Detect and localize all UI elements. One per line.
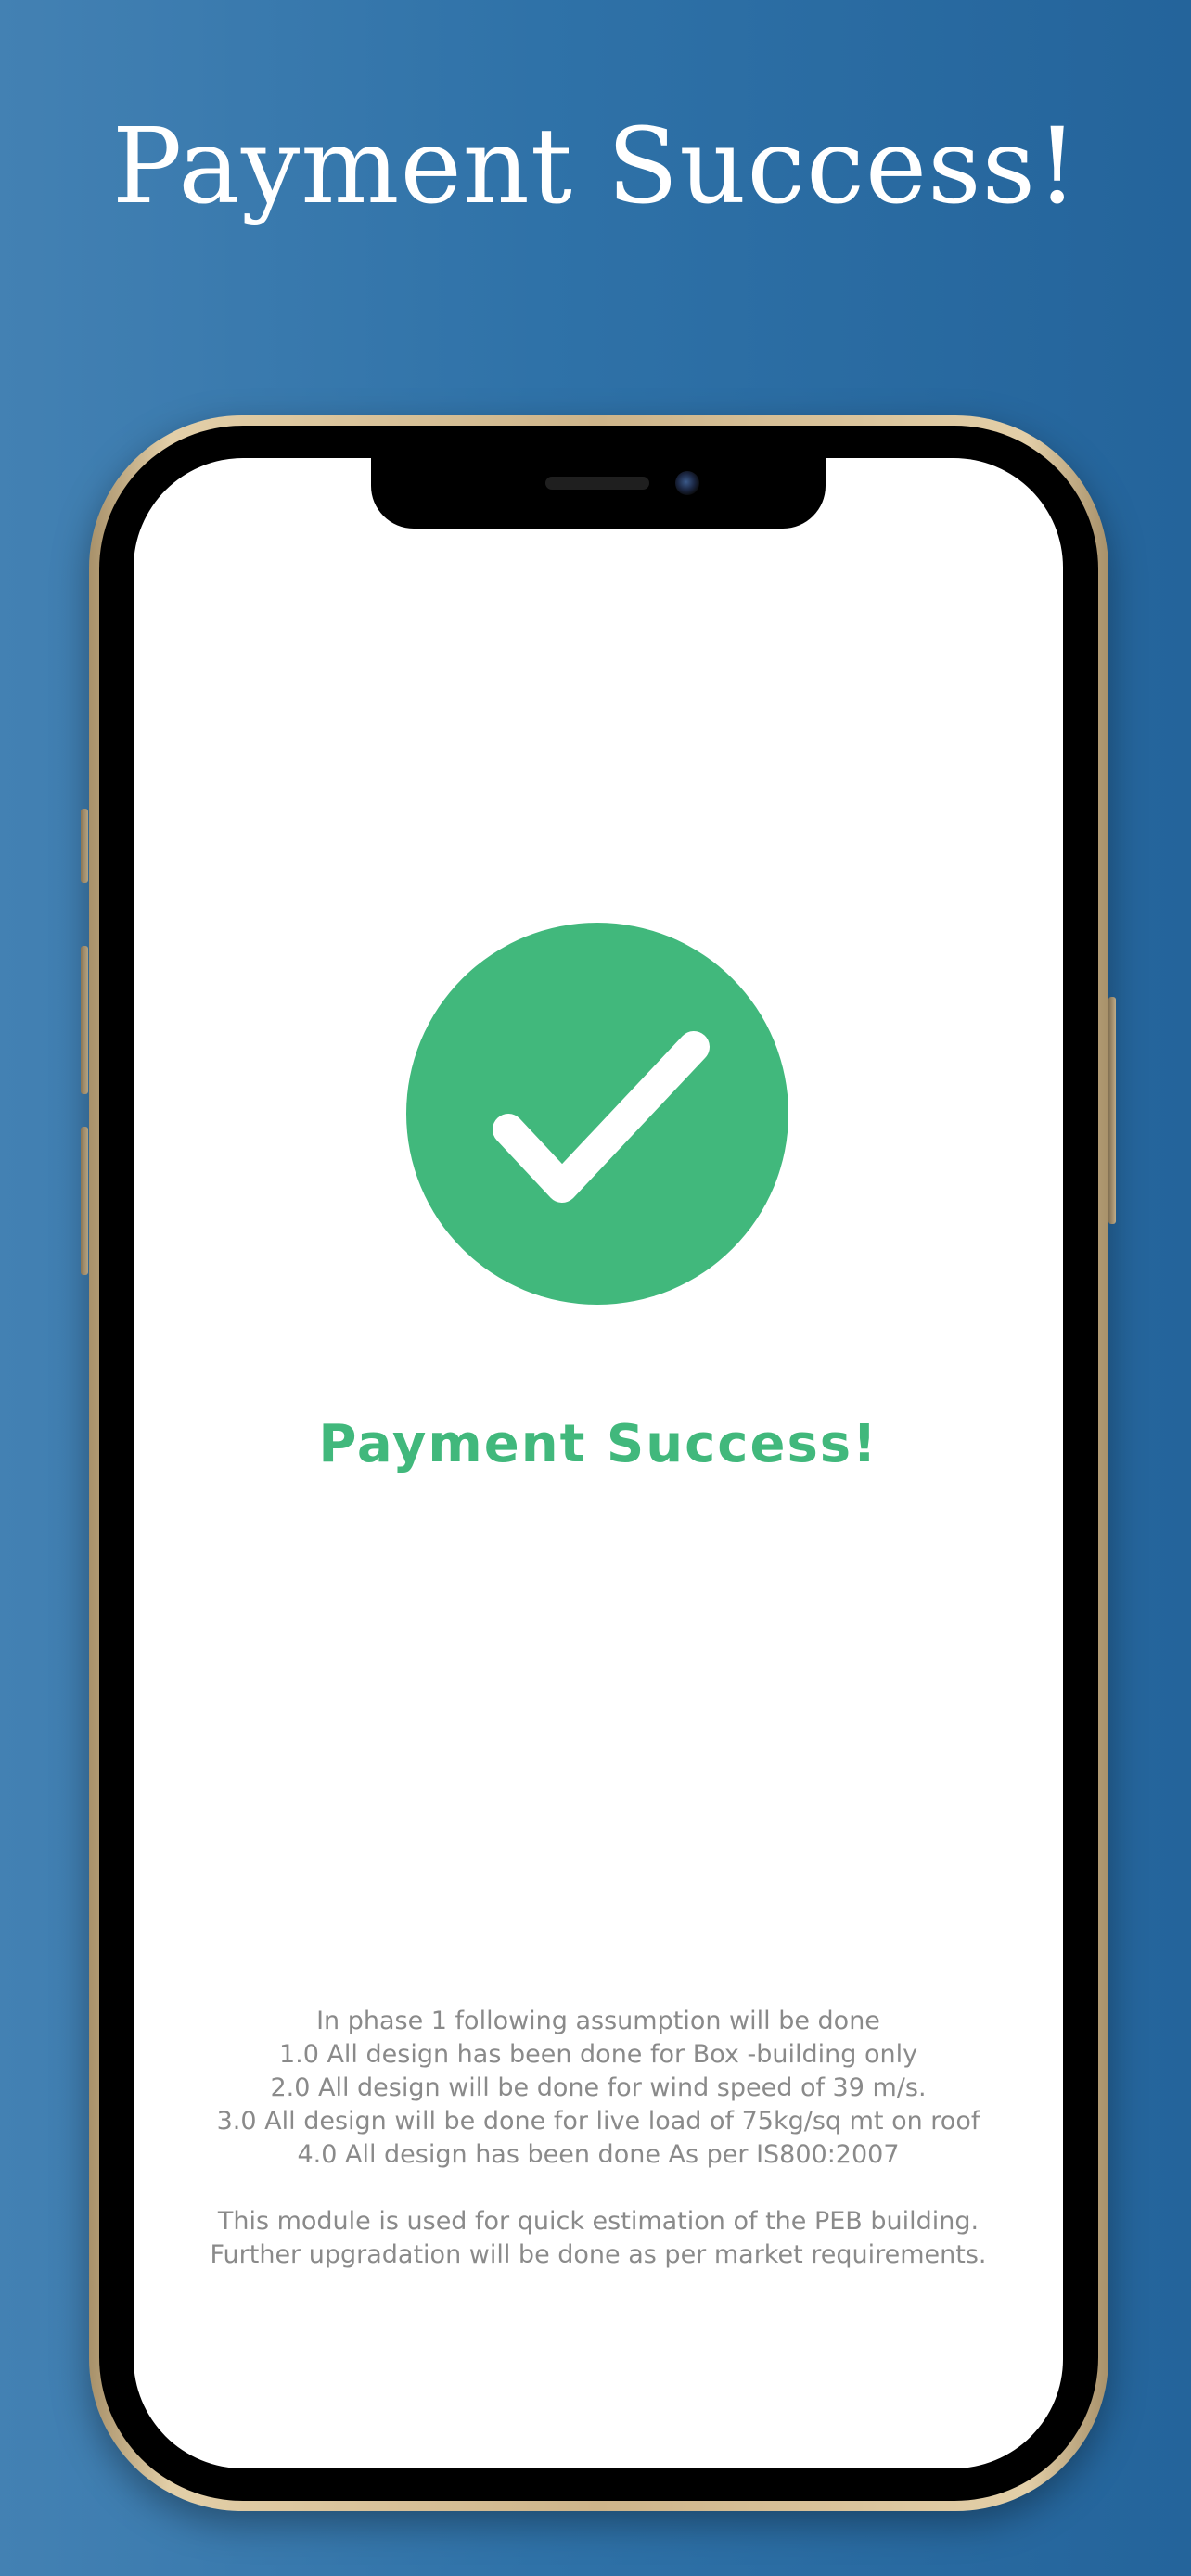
- marketing-headline: Payment Success!: [111, 107, 1080, 227]
- payment-success-title: Payment Success!: [318, 1414, 878, 1474]
- phone-volume-down-button: [81, 1127, 88, 1275]
- phone-volume-up-button: [81, 946, 88, 1094]
- assumptions-text: In phase 1 following assumption will be …: [134, 2005, 1063, 2272]
- assumption-intro: In phase 1 following assumption will be …: [316, 2007, 880, 2035]
- phone-mute-switch: [81, 809, 88, 883]
- assumption-line: 3.0 All design will be done for live loa…: [216, 2107, 980, 2136]
- check-circle-icon: [406, 923, 788, 1305]
- module-note-line: Further upgradation will be done as per …: [210, 2240, 987, 2269]
- assumption-line: 4.0 All design has been done As per IS80…: [297, 2140, 900, 2169]
- earpiece-speaker: [545, 477, 649, 490]
- phone-power-button: [1108, 997, 1116, 1224]
- front-camera-icon: [675, 471, 699, 495]
- phone-notch: [371, 445, 826, 529]
- assumption-line: 2.0 All design will be done for wind spe…: [270, 2073, 927, 2102]
- checkmark-icon: [493, 1031, 710, 1203]
- assumption-line: 1.0 All design has been done for Box -bu…: [278, 2040, 918, 2069]
- module-note-line: This module is used for quick estimation…: [217, 2207, 980, 2236]
